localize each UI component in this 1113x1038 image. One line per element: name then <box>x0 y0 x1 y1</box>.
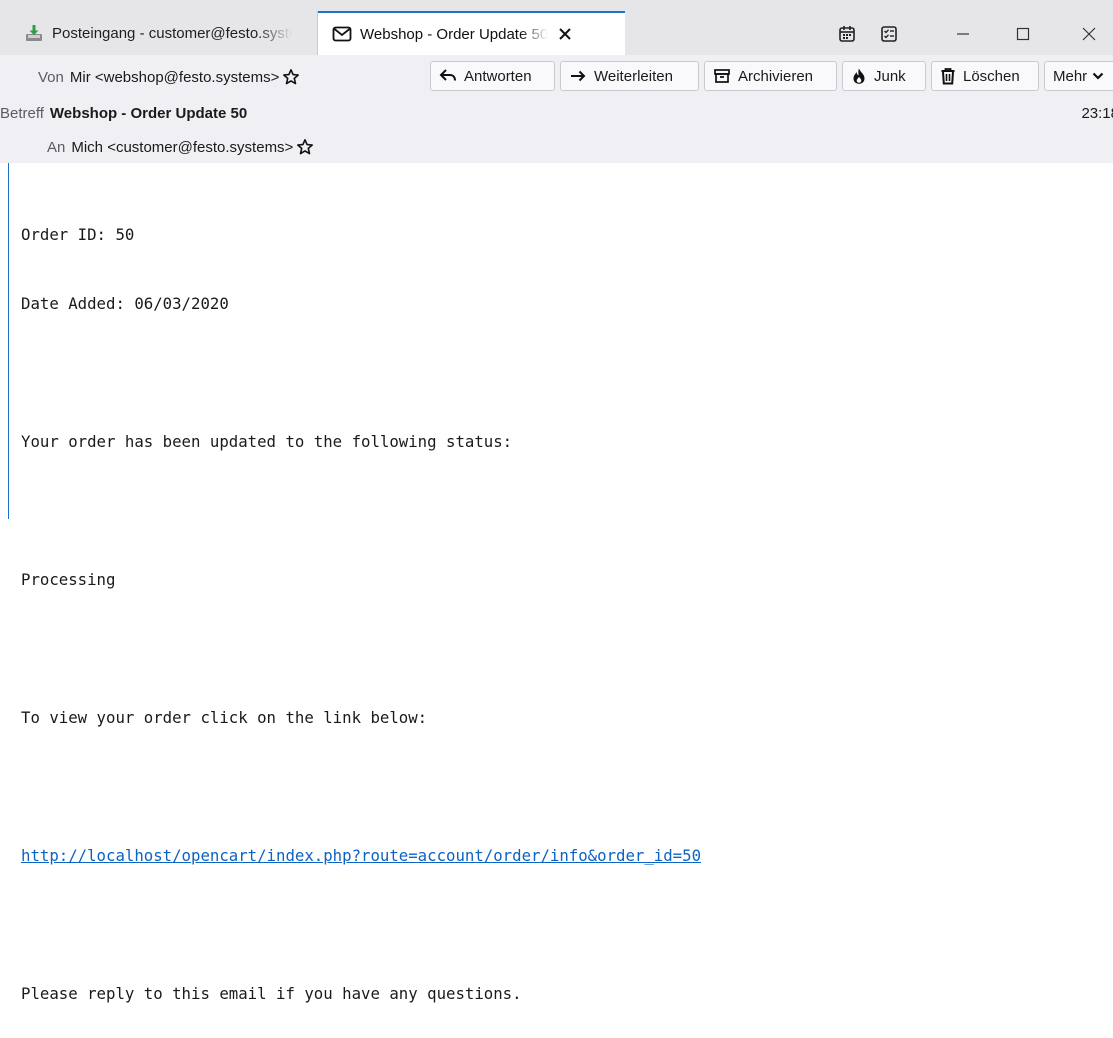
reply-button[interactable]: Antworten <box>430 61 555 91</box>
junk-label: Junk <box>874 67 906 85</box>
inbox-download-icon <box>24 23 44 43</box>
to-value[interactable]: Mich <customer@festo.systems> <box>71 139 293 156</box>
from-label: Von <box>38 68 64 86</box>
order-id-line: Order ID: 50 <box>21 225 135 244</box>
status-line: Processing <box>21 570 116 589</box>
star-icon[interactable] <box>296 138 314 156</box>
from-value[interactable]: Mir <webshop@festo.systems> <box>70 69 279 86</box>
subject-label: Betreff <box>0 104 44 122</box>
more-label: Mehr <box>1053 67 1088 85</box>
reply-label: Antworten <box>464 67 532 85</box>
subject-value: Webshop - Order Update 50 <box>49 104 248 122</box>
from-row: Von Mir <webshop@festo.systems> <box>38 64 300 90</box>
chevron-down-icon <box>1092 71 1104 81</box>
date-added-line: Date Added: 06/03/2020 <box>21 294 229 313</box>
close-window-icon[interactable] <box>1066 22 1112 46</box>
close-tab-icon[interactable] <box>554 23 576 45</box>
archive-button[interactable]: Archivieren <box>704 61 837 91</box>
delete-label: Löschen <box>963 67 1020 85</box>
tab-message[interactable]: Webshop - Order Update 50 <box>318 11 625 55</box>
junk-button[interactable]: Junk <box>842 61 926 91</box>
more-button[interactable]: Mehr <box>1044 61 1113 91</box>
forward-label: Weiterleiten <box>594 67 673 85</box>
status-intro-line: Your order has been updated to the follo… <box>21 432 513 451</box>
to-label: An <box>47 138 66 156</box>
subject-row: Betreff Webshop - Order Update 50 23:18 <box>0 100 1113 126</box>
archive-icon <box>713 67 731 85</box>
tab-inbox-label: Posteingang - customer@festo.systems <box>52 24 292 42</box>
message-time: 23:18 <box>1081 104 1113 122</box>
tab-inbox[interactable]: Posteingang - customer@festo.systems <box>10 11 318 55</box>
to-row: An Mich <customer@festo.systems> <box>47 134 314 160</box>
maximize-icon[interactable] <box>1000 22 1046 46</box>
tab-bar: Posteingang - customer@festo.systems Web… <box>0 0 1113 55</box>
calendar-icon[interactable] <box>836 22 858 46</box>
order-link[interactable]: http://localhost/opencart/index.php?rout… <box>21 846 701 865</box>
message-text: Order ID: 50 Date Added: 06/03/2020 Your… <box>21 177 701 1038</box>
forward-arrow-icon <box>569 68 587 84</box>
message-body: Order ID: 50 Date Added: 06/03/2020 Your… <box>8 163 1113 1003</box>
closing-line: Please reply to this email if you have a… <box>21 984 522 1003</box>
flame-icon <box>851 67 867 85</box>
envelope-icon <box>332 24 352 44</box>
delete-button[interactable]: Löschen <box>931 61 1039 91</box>
reply-icon <box>439 68 457 84</box>
minimize-icon[interactable] <box>940 22 986 46</box>
star-icon[interactable] <box>282 68 300 86</box>
view-order-line: To view your order click on the link bel… <box>21 708 428 727</box>
tab-message-label: Webshop - Order Update 50 <box>360 25 548 43</box>
tasks-icon[interactable] <box>878 22 900 46</box>
archive-label: Archivieren <box>738 67 814 85</box>
forward-button[interactable]: Weiterleiten <box>560 61 699 91</box>
trash-icon <box>940 67 956 85</box>
